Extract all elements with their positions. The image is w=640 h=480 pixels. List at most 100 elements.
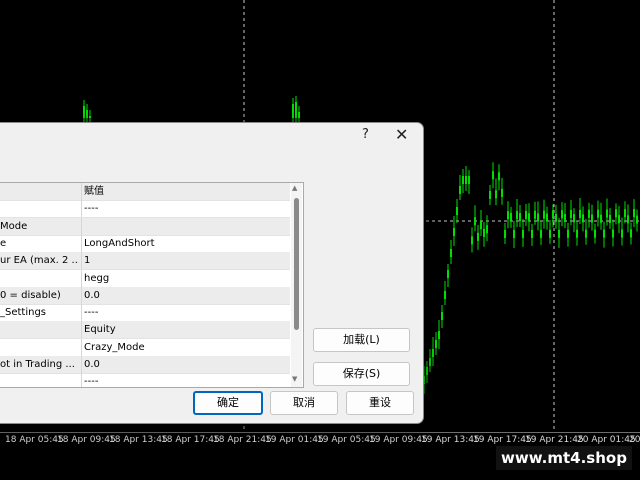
scroll-down-icon[interactable]: ▼ xyxy=(292,375,297,383)
candle-body xyxy=(543,210,545,219)
candle-body xyxy=(636,215,638,224)
watermark: www.mt4.shop xyxy=(496,446,632,470)
candle-body xyxy=(456,207,458,215)
candle-body xyxy=(444,291,446,299)
ea-properties-dialog: ? ✕ 赋值 ---- Mode e LongAndShort ur EA (max. 2… xyxy=(0,122,424,424)
candle-body xyxy=(594,229,596,238)
parameter-name: _Settings xyxy=(0,307,47,319)
parameter-value[interactable]: Equity xyxy=(81,321,289,339)
time-axis-label: 18 Apr 17:45 xyxy=(161,435,220,445)
parameter-value[interactable]: ---- xyxy=(81,304,289,322)
time-axis-label: 19 Apr 05:45 xyxy=(317,435,376,445)
parameter-value[interactable]: hegg xyxy=(81,269,289,287)
parameter-value[interactable]: LongAndShort xyxy=(81,234,289,252)
candle-body xyxy=(432,349,434,357)
candle-body xyxy=(474,217,476,226)
time-axis-label: 19 Apr 01:45 xyxy=(265,435,324,445)
parameter-row[interactable]: ot in Trading ... 0.0 xyxy=(0,356,290,374)
parameter-name: ot in Trading ... xyxy=(0,359,75,370)
parameter-value[interactable]: 1 xyxy=(81,252,289,270)
reset-button[interactable]: 重设 xyxy=(346,391,414,415)
parameter-value[interactable] xyxy=(81,217,289,235)
close-icon[interactable]: ✕ xyxy=(395,125,408,144)
candle-body xyxy=(573,214,575,223)
parameter-row[interactable]: e LongAndShort xyxy=(0,234,290,253)
parameter-row[interactable]: ---- xyxy=(0,200,290,219)
candle-body xyxy=(435,340,437,348)
help-icon[interactable]: ? xyxy=(362,127,369,142)
candle-body xyxy=(534,210,536,219)
candle-body xyxy=(630,229,632,238)
candle-body xyxy=(83,106,85,118)
candle-body xyxy=(501,188,503,197)
candle-body xyxy=(519,213,521,222)
parameter-row[interactable]: hegg xyxy=(0,269,290,288)
candle-body xyxy=(426,367,428,375)
parameter-value[interactable]: 赋值 xyxy=(81,183,289,200)
parameter-value[interactable]: ---- xyxy=(81,200,289,218)
parameter-value[interactable]: 0.0 xyxy=(81,356,289,373)
cancel-button[interactable]: 取消 xyxy=(270,391,338,415)
parameter-name: e xyxy=(0,237,7,249)
parameter-name xyxy=(0,270,79,287)
candle-body xyxy=(438,331,440,339)
parameter-name xyxy=(0,200,79,217)
parameter-name: ur EA (max. 2 ... xyxy=(0,255,79,267)
candle-body xyxy=(582,214,584,223)
candle-body xyxy=(567,229,569,238)
parameter-row[interactable]: Mode xyxy=(0,217,290,236)
candle-body xyxy=(462,176,464,184)
parameter-name: 0 = disable) xyxy=(0,289,61,301)
candle-body xyxy=(549,229,551,238)
candle-body xyxy=(597,209,599,218)
parameter-row[interactable]: 赋值 xyxy=(0,183,290,201)
candle-body xyxy=(429,358,431,366)
candle-body xyxy=(477,232,479,241)
candle-body xyxy=(531,229,533,238)
candle-body xyxy=(603,229,605,238)
candle-body xyxy=(486,225,488,234)
candle-body xyxy=(480,221,482,230)
candle-body xyxy=(591,214,593,223)
candle-body xyxy=(615,209,617,218)
scroll-thumb[interactable] xyxy=(294,198,299,330)
time-axis-label: 20 Apr xyxy=(629,435,640,445)
scroll-up-icon[interactable]: ▲ xyxy=(292,184,297,192)
candle-body xyxy=(507,211,509,220)
load-button[interactable]: 加载(L) xyxy=(313,328,410,352)
parameter-row[interactable]: _Settings ---- xyxy=(0,304,290,323)
candle-body xyxy=(624,209,626,218)
parameter-row[interactable]: ---- xyxy=(0,373,290,387)
candle-body xyxy=(504,229,506,238)
parameters-table: 赋值 ---- Mode e LongAndShort ur EA (max. 2 ...… xyxy=(0,182,304,388)
time-axis-label: 18 Apr 05:45 xyxy=(5,435,64,445)
ok-button[interactable]: 确定 xyxy=(193,391,263,415)
candle-body xyxy=(633,209,635,218)
time-axis-label: 19 Apr 17:45 xyxy=(473,435,532,445)
candle-body xyxy=(606,209,608,218)
time-axis-label: 18 Apr 09:45 xyxy=(57,435,116,445)
candle-body xyxy=(612,229,614,238)
save-button[interactable]: 保存(S) xyxy=(313,362,410,386)
candle-body xyxy=(558,229,560,238)
candle-body xyxy=(292,104,294,118)
candle-body xyxy=(537,213,539,222)
candle-body xyxy=(510,212,512,221)
time-axis-label: 19 Apr 13:45 xyxy=(421,435,480,445)
parameter-row[interactable]: Equity xyxy=(0,321,290,340)
time-axis-label: 20 Apr 01:45 xyxy=(577,435,636,445)
candle-body xyxy=(295,102,297,118)
candle-body xyxy=(471,236,473,245)
parameter-row[interactable]: Crazy_Mode xyxy=(0,338,290,357)
parameter-value[interactable]: ---- xyxy=(81,373,289,387)
parameter-row[interactable]: 0 = disable) 0.0 xyxy=(0,286,290,305)
candle-body xyxy=(465,176,467,184)
table-scrollbar[interactable]: ▲ ▼ xyxy=(291,183,302,387)
parameter-value[interactable]: 0.0 xyxy=(81,286,289,304)
parameter-row[interactable]: ur EA (max. 2 ... 1 xyxy=(0,252,290,271)
candle-body xyxy=(298,112,300,118)
candle-body xyxy=(522,229,524,238)
candle-body xyxy=(546,213,548,222)
parameter-value[interactable]: Crazy_Mode xyxy=(81,338,289,356)
candle-body xyxy=(525,210,527,219)
